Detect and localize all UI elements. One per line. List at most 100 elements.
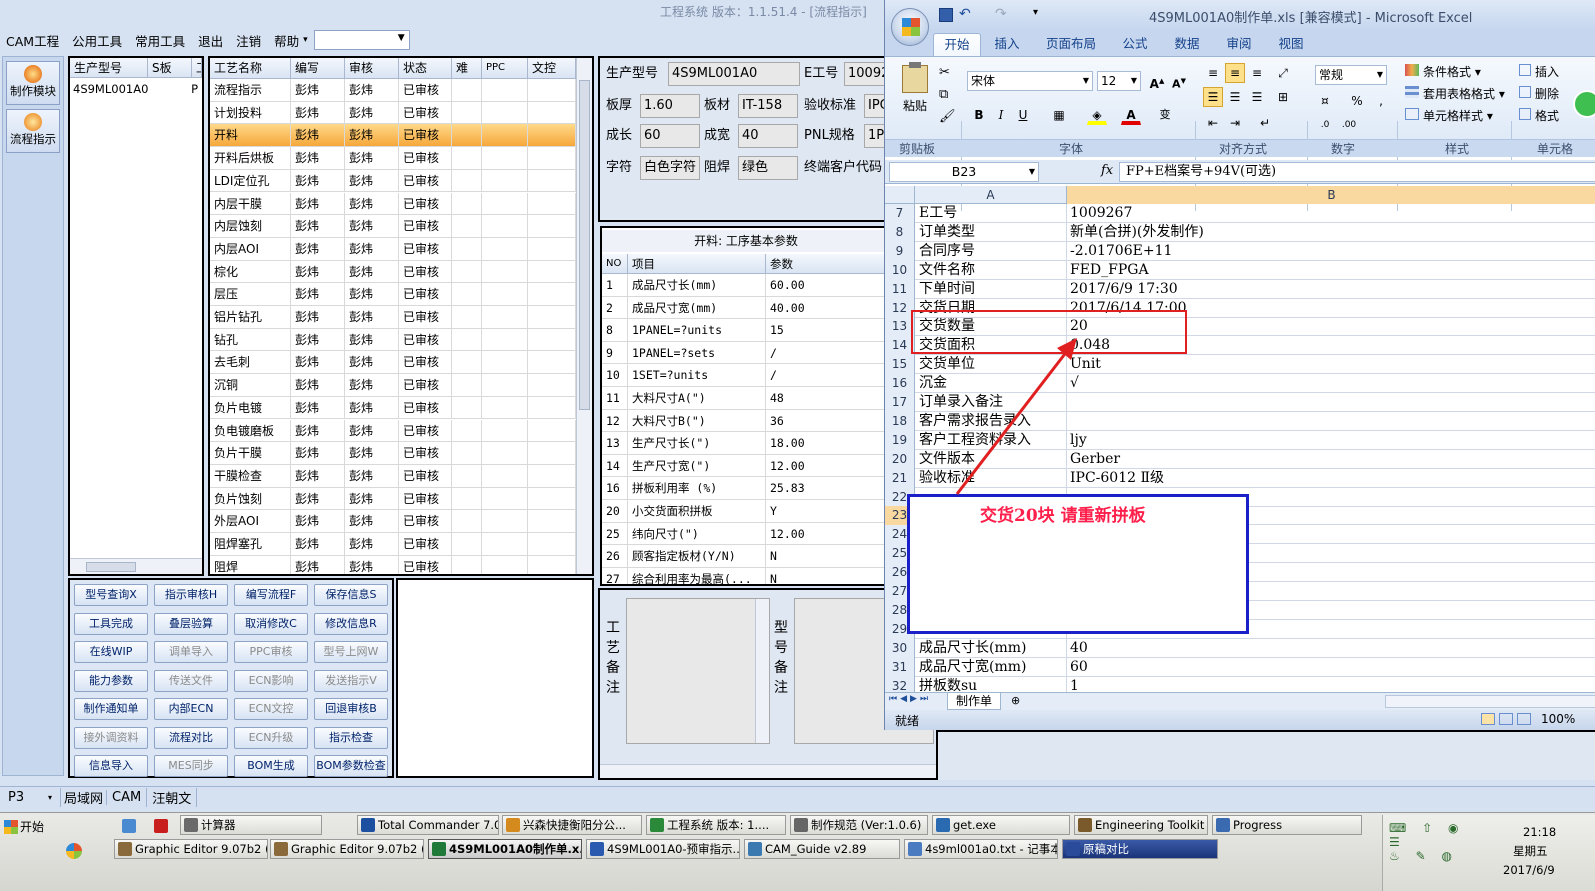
taskbar-button[interactable]: 工程系统 版本: 1.... <box>646 815 786 835</box>
notes-hscroll[interactable] <box>600 764 936 778</box>
col-item[interactable]: 项目 <box>628 254 766 274</box>
menu-public-tools[interactable]: 公用工具 <box>72 31 122 50</box>
process-row[interactable]: 钻孔 彭炜 彭炜 已审核 <box>210 328 576 352</box>
tray-icons[interactable]: ⌨ ⇧ ◉ ☰ ♨ ✎ ◍ <box>1389 821 1489 863</box>
action-button[interactable]: 保存信息S <box>314 584 388 606</box>
action-button[interactable]: 修改信息R <box>314 612 388 635</box>
taskbar-button[interactable]: Total Commander 7.0... <box>357 815 499 835</box>
menu-cam[interactable]: CAM工程 <box>6 31 59 50</box>
action-button[interactable]: BOM生成 <box>234 755 308 777</box>
param-row[interactable]: 26 顾客指定板材(Y/N) N <box>602 545 888 568</box>
col-reviewer[interactable]: 审核 <box>345 58 399 79</box>
param-row[interactable]: 13 生产尺寸长(") 18.00 <box>602 432 888 455</box>
process-vscroll[interactable] <box>576 58 592 574</box>
action-button[interactable]: 指示检查 <box>314 726 388 749</box>
process-note-box[interactable] <box>626 598 770 744</box>
action-button[interactable]: 内部ECN <box>154 698 228 720</box>
param-row[interactable]: 10 1SET=?units / <box>602 364 888 388</box>
action-button[interactable]: 接外调资料 <box>74 726 148 749</box>
model-row[interactable]: 4S9ML001A0 P <box>70 79 202 99</box>
menu-exit[interactable]: 退出 <box>198 31 223 50</box>
process-row[interactable]: 阻焊塞孔 彭炜 彭炜 已审核 <box>210 533 576 556</box>
taskbar-button[interactable]: Engineering Toolkit 9.... <box>1074 815 1208 835</box>
taskbar-button[interactable]: 4S9ML001A0制作单.x... <box>428 839 582 859</box>
action-button[interactable]: ECN文控 <box>234 698 308 720</box>
action-button[interactable]: 传送文件 <box>154 669 228 692</box>
taskbar-button[interactable]: 制作规范 (Ver:1.0.6) <box>790 815 928 835</box>
action-button[interactable]: 型号查询X <box>74 584 148 606</box>
action-button[interactable]: 编写流程F <box>234 584 308 606</box>
process-row[interactable]: 开料后烘板 彭炜 彭炜 已审核 <box>210 147 576 170</box>
param-row[interactable]: 14 生产尺寸宽(") 12.00 <box>602 454 888 478</box>
action-button[interactable]: 流程对比 <box>154 726 228 749</box>
action-button[interactable]: 制作通知单 <box>74 698 148 720</box>
action-button[interactable]: 工具完成 <box>74 612 148 635</box>
field-thickness[interactable]: 1.60 <box>640 94 700 118</box>
param-row[interactable]: 1 成品尺寸长(mm) 60.00 <box>602 274 888 297</box>
action-button[interactable]: 指示审核H <box>154 584 228 606</box>
action-button[interactable]: 能力参数 <box>74 669 148 692</box>
flow-button[interactable]: 流程指示 <box>6 109 60 153</box>
col-param[interactable]: 参数 <box>766 254 888 274</box>
taskbar-button[interactable]: Progress <box>1212 815 1362 835</box>
office-button[interactable] <box>891 8 929 46</box>
action-button[interactable]: MES同步 <box>154 755 228 777</box>
taskbar-button[interactable]: 4S9ML001A0-预审指示... <box>586 839 740 859</box>
process-row[interactable]: 计划投料 彭炜 彭炜 已审核 <box>210 101 576 125</box>
action-button[interactable]: 调单导入 <box>154 641 228 663</box>
start-button[interactable]: 开始 <box>2 817 52 837</box>
action-button[interactable]: 型号上网W <box>314 641 388 663</box>
action-button[interactable]: 发送指示V <box>314 669 388 692</box>
param-row[interactable]: 8 1PANEL=?units 15 <box>602 319 888 342</box>
param-row[interactable]: 27 综合利用率为最高(... N <box>602 567 888 584</box>
taskbar-button[interactable]: 兴森快捷衡阳分公... <box>502 815 642 835</box>
model-hscroll[interactable] <box>70 558 202 574</box>
process-row[interactable]: 干膜检查 彭炜 彭炜 已审核 <box>210 464 576 488</box>
param-row[interactable]: 16 拼板利用率 (%) 25.83 <box>602 477 888 501</box>
menu-logout[interactable]: 注销 <box>236 31 261 50</box>
field-model[interactable]: 4S9ML001A0 <box>668 62 800 86</box>
col-status[interactable]: 状态 <box>399 58 452 79</box>
chevron-down-icon[interactable]: ▾ <box>303 35 308 45</box>
action-button[interactable]: BOM参数检查 <box>314 755 388 777</box>
process-row[interactable]: LDI定位孔 彭炜 彭炜 已审核 <box>210 169 576 193</box>
windows-logo-icon[interactable] <box>66 843 82 859</box>
col-work[interactable]: 工 <box>192 58 202 78</box>
process-row[interactable]: 开料 彭炜 彭炜 已审核 <box>210 124 576 148</box>
chevron-down-icon[interactable]: ▾ <box>48 793 52 802</box>
pdf-icon[interactable] <box>154 819 168 833</box>
process-row[interactable]: 内层干膜 彭炜 彭炜 已审核 <box>210 192 576 216</box>
action-button[interactable]: 叠层验算 <box>154 612 228 635</box>
process-row[interactable]: 外层AOI 彭炜 彭炜 已审核 <box>210 510 576 533</box>
param-row[interactable]: 11 大料尺寸A(") 48 <box>602 387 888 410</box>
process-row[interactable]: 棕化 彭炜 彭炜 已审核 <box>210 260 576 284</box>
action-button[interactable]: 取消修改C <box>234 612 308 635</box>
field-material[interactable]: IT-158 <box>738 94 798 118</box>
process-row[interactable]: 负电镀磨板 彭炜 彭炜 已审核 <box>210 419 576 443</box>
taskbar-button[interactable]: get.exe <box>932 815 1070 835</box>
param-row[interactable]: 25 纬向尺寸(") 12.00 <box>602 522 888 546</box>
process-row[interactable]: 阻焊 彭炜 彭炜 已审核 <box>210 555 576 574</box>
action-button[interactable]: ECN升级 <box>234 726 308 749</box>
taskbar-button[interactable]: 4s9ml001a0.txt - 记事本 <box>904 839 1058 859</box>
param-row[interactable]: 12 大料尺寸B(") 36 <box>602 409 888 433</box>
process-row[interactable]: 负片干膜 彭炜 彭炜 已审核 <box>210 442 576 465</box>
field-mask[interactable]: 绿色 <box>738 156 798 180</box>
field-width[interactable]: 40 <box>738 124 798 148</box>
action-button[interactable]: 在线WIP <box>74 641 148 663</box>
taskbar-button[interactable]: Graphic Editor 9.07b2 (0... <box>114 839 268 859</box>
taskbar-button[interactable]: Graphic Editor 9.07b2 (0... <box>270 839 424 859</box>
field-length[interactable]: 60 <box>640 124 700 148</box>
action-button[interactable]: 回退审核B <box>314 698 388 720</box>
menu-combo[interactable]: ▼ <box>313 30 410 50</box>
param-row[interactable]: 20 小交货面积拼板 Y <box>602 500 888 523</box>
process-row[interactable]: 去毛刺 彭炜 彭炜 已审核 <box>210 351 576 375</box>
field-legend[interactable]: 白色字符 <box>640 156 700 180</box>
quicklaunch-app-icon[interactable] <box>122 819 136 833</box>
col-sboard[interactable]: S板 <box>148 58 192 78</box>
menu-help[interactable]: 帮助 <box>274 31 299 50</box>
taskbar-button[interactable]: CAM_Guide v2.89 <box>744 839 900 859</box>
taskbar-button[interactable]: 原稿对比 <box>1062 839 1218 859</box>
col-doc-control[interactable]: 文控 <box>528 58 576 79</box>
process-row[interactable]: 层压 彭炜 彭炜 已审核 <box>210 283 576 306</box>
